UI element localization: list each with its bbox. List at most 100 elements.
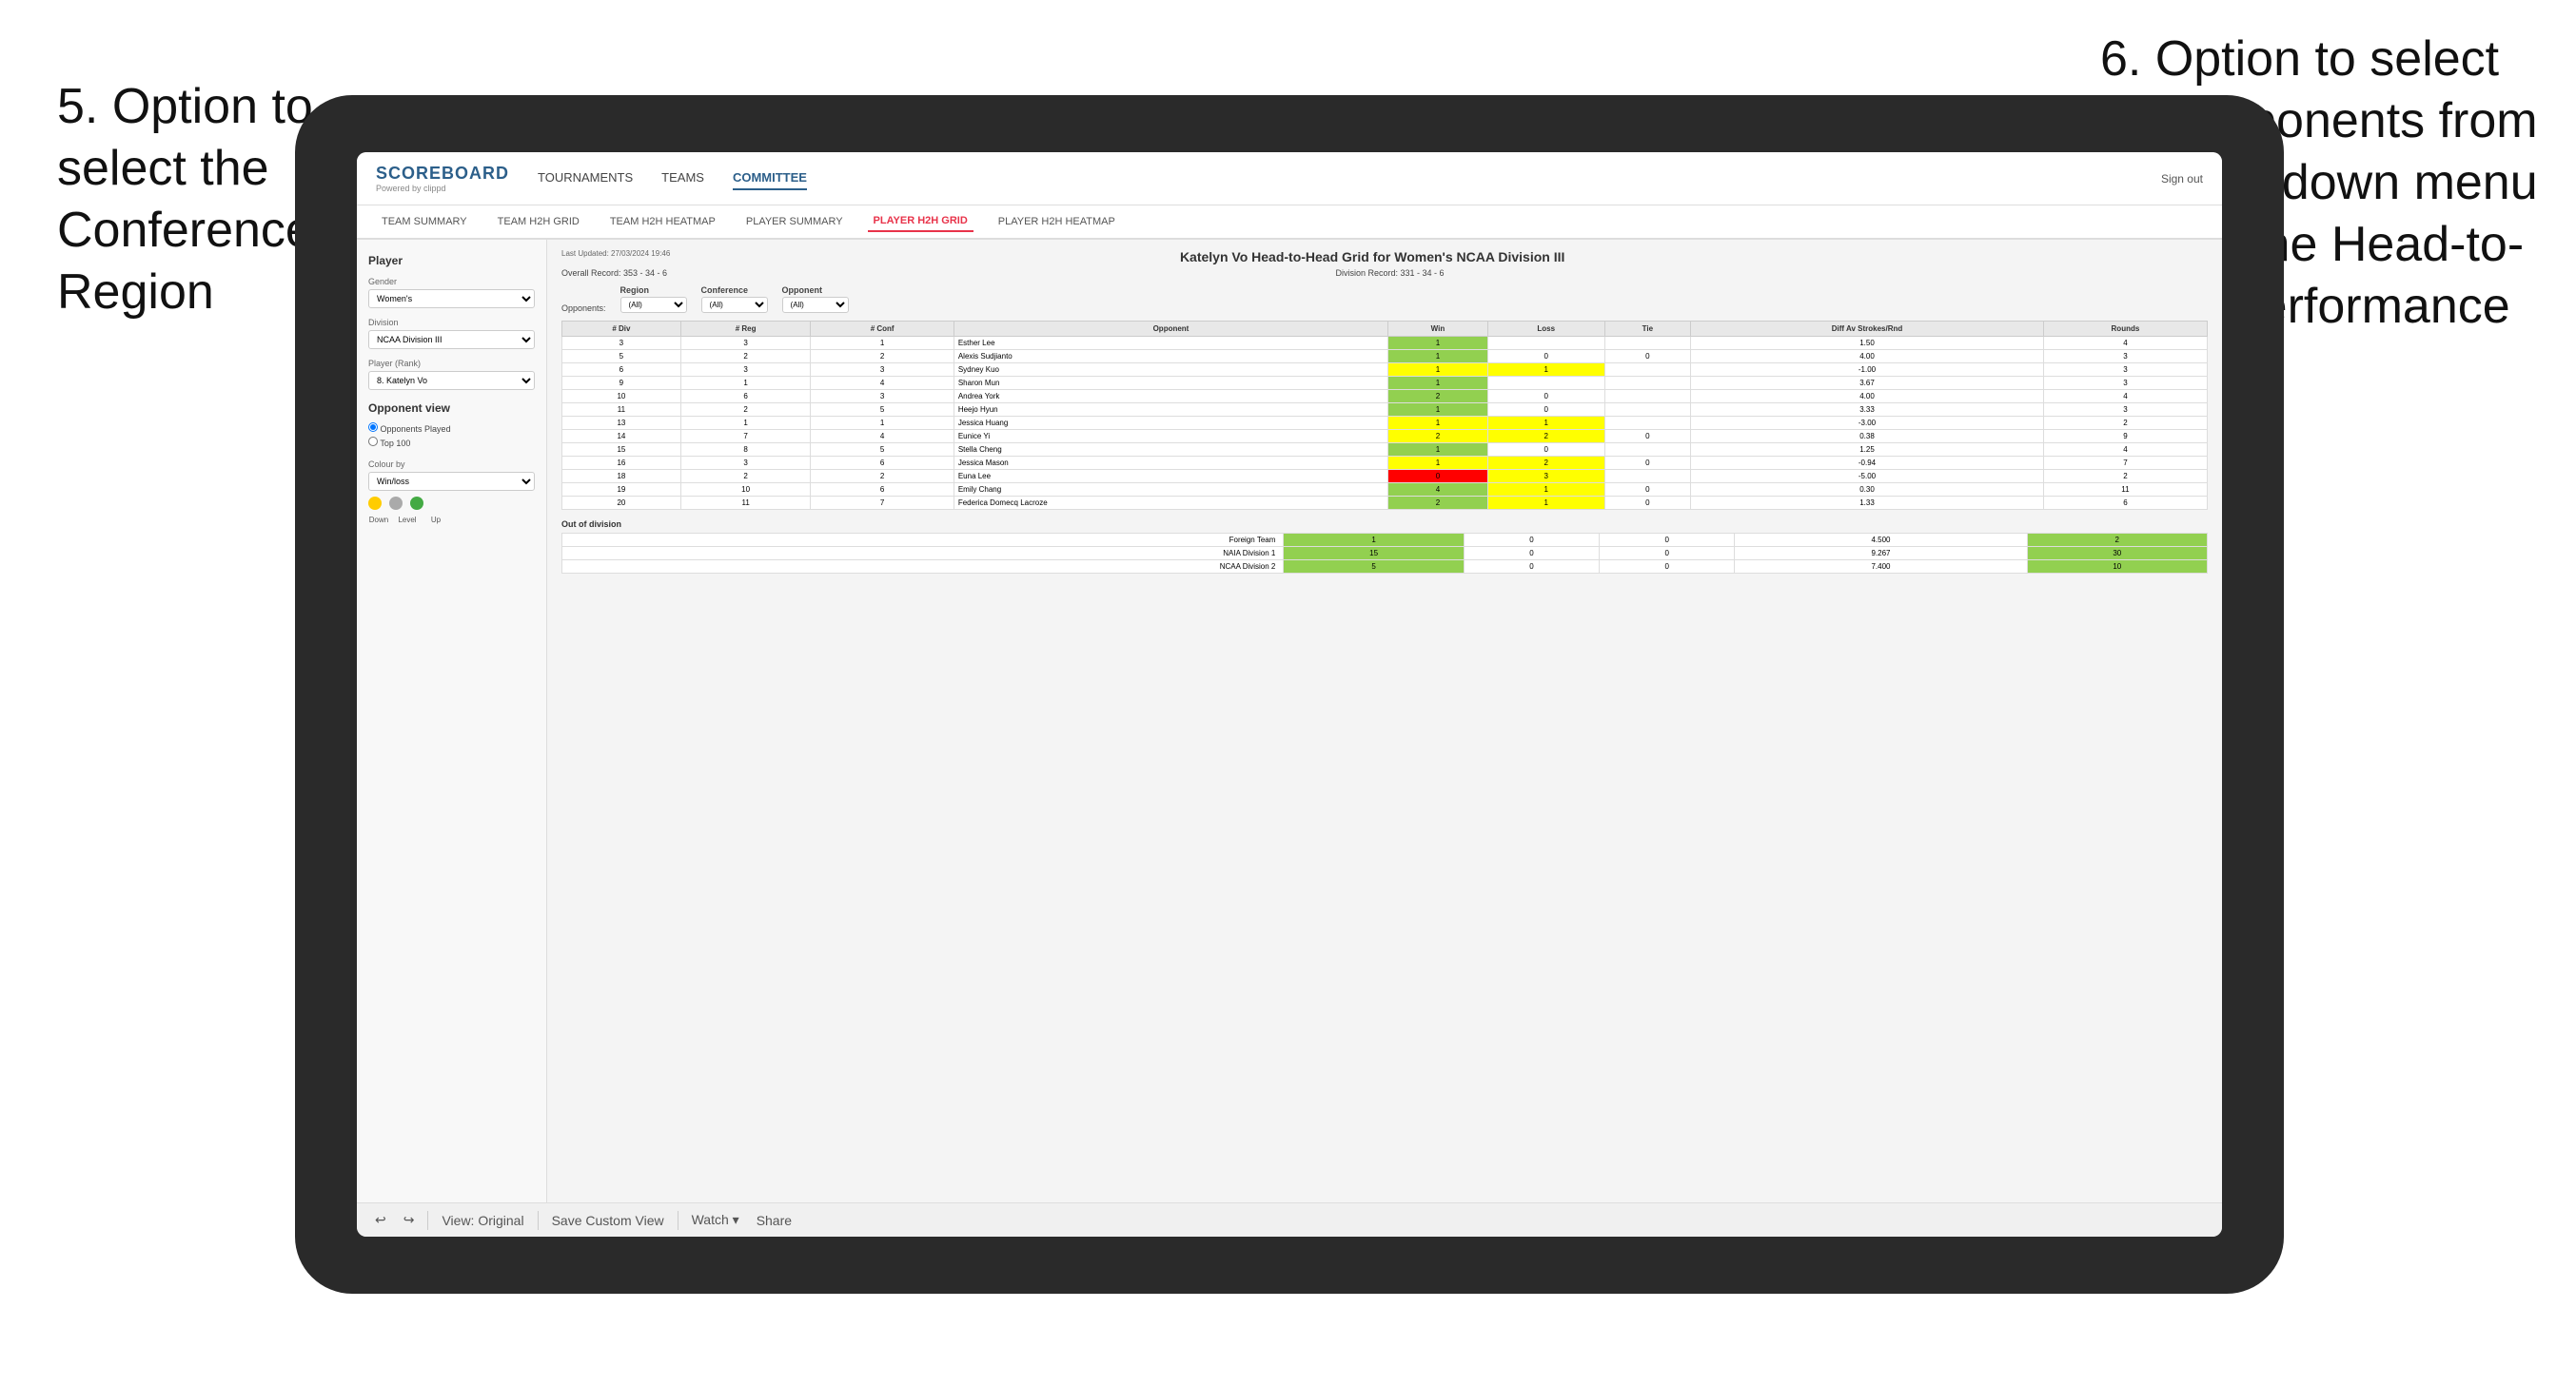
cell-conf: 1 bbox=[811, 337, 954, 350]
cell-opponent: Jessica Mason bbox=[954, 457, 1387, 470]
level-label: Level bbox=[397, 516, 418, 524]
sidebar-division-select[interactable]: NCAA Division III bbox=[368, 330, 535, 349]
cell-tie: 0 bbox=[1604, 430, 1691, 443]
toolbar-redo[interactable]: ↪ bbox=[400, 1210, 419, 1230]
ood-table-row: NAIA Division 1 15 0 0 9.267 30 bbox=[562, 547, 2208, 560]
cell-div: 5 bbox=[562, 350, 681, 363]
cell-diff: 3.67 bbox=[1691, 377, 2044, 390]
cell-rounds: 2 bbox=[2043, 470, 2207, 483]
cell-diff: -5.00 bbox=[1691, 470, 2044, 483]
subnav-team-h2h-heatmap[interactable]: TEAM H2H HEATMAP bbox=[604, 212, 721, 231]
toolbar-view-original[interactable]: View: Original bbox=[438, 1211, 527, 1230]
cell-diff: 1.25 bbox=[1691, 443, 2044, 457]
cell-rounds: 9 bbox=[2043, 430, 2207, 443]
cell-tie: 0 bbox=[1604, 350, 1691, 363]
region-filter-group: Region (All) bbox=[620, 285, 687, 313]
table-row: 10 6 3 Andrea York 2 0 4.00 4 bbox=[562, 390, 2208, 403]
ood-cell-loss: 0 bbox=[1464, 547, 1599, 560]
subnav-player-h2h-grid[interactable]: PLAYER H2H GRID bbox=[868, 211, 973, 232]
ood-cell-name: NAIA Division 1 bbox=[562, 547, 1284, 560]
cell-loss: 1 bbox=[1487, 363, 1604, 377]
cell-opponent: Andrea York bbox=[954, 390, 1387, 403]
cell-win: 1 bbox=[1388, 443, 1488, 457]
cell-rounds: 3 bbox=[2043, 377, 2207, 390]
cell-div: 20 bbox=[562, 497, 681, 510]
col-rounds: Rounds bbox=[2043, 322, 2207, 337]
col-diff: Diff Av Strokes/Rnd bbox=[1691, 322, 2044, 337]
conference-filter-select[interactable]: (All) bbox=[701, 297, 768, 313]
ood-cell-name: NCAA Division 2 bbox=[562, 560, 1284, 574]
cell-win: 4 bbox=[1388, 483, 1488, 497]
sidebar-gender-select[interactable]: Women's bbox=[368, 289, 535, 308]
cell-reg: 1 bbox=[680, 377, 811, 390]
toolbar-save-custom-view[interactable]: Save Custom View bbox=[548, 1211, 668, 1230]
opponent-filter-select[interactable]: (All) bbox=[782, 297, 849, 313]
cell-div: 16 bbox=[562, 457, 681, 470]
cell-conf: 2 bbox=[811, 350, 954, 363]
sidebar-top100-radio[interactable]: Top 100 bbox=[368, 437, 535, 448]
subnav-team-summary[interactable]: TEAM SUMMARY bbox=[376, 212, 473, 231]
subnav-player-h2h-heatmap[interactable]: PLAYER H2H HEATMAP bbox=[993, 212, 1121, 231]
cell-conf: 6 bbox=[811, 483, 954, 497]
sidebar-player-rank-select[interactable]: 8. Katelyn Vo bbox=[368, 371, 535, 390]
opponent-filter-label: Opponent bbox=[782, 285, 849, 295]
cell-win: 1 bbox=[1388, 377, 1488, 390]
ood-cell-win: 15 bbox=[1284, 547, 1464, 560]
toolbar-share[interactable]: Share bbox=[753, 1211, 796, 1230]
record-row: Overall Record: 353 - 34 - 6 Division Re… bbox=[561, 268, 2208, 278]
cell-diff: 4.00 bbox=[1691, 390, 2044, 403]
cell-reg: 11 bbox=[680, 497, 811, 510]
cell-div: 19 bbox=[562, 483, 681, 497]
table-row: 14 7 4 Eunice Yi 2 2 0 0.38 9 bbox=[562, 430, 2208, 443]
cell-reg: 2 bbox=[680, 403, 811, 417]
cell-opponent: Esther Lee bbox=[954, 337, 1387, 350]
cell-div: 3 bbox=[562, 337, 681, 350]
sidebar-colour-by-select[interactable]: Win/loss bbox=[368, 472, 535, 491]
app-header: SCOREBOARD Powered by clippd TOURNAMENTS… bbox=[357, 152, 2222, 205]
sign-out-link[interactable]: Sign out bbox=[2161, 172, 2203, 185]
col-opponent: Opponent bbox=[954, 322, 1387, 337]
cell-conf: 5 bbox=[811, 443, 954, 457]
ood-table-row: NCAA Division 2 5 0 0 7.400 10 bbox=[562, 560, 2208, 574]
cell-loss bbox=[1487, 337, 1604, 350]
cell-opponent: Jessica Huang bbox=[954, 417, 1387, 430]
conference-filter-label: Conference bbox=[701, 285, 768, 295]
nav-teams[interactable]: TEAMS bbox=[661, 166, 704, 190]
ood-cell-loss: 0 bbox=[1464, 534, 1599, 547]
sidebar-radio-group: Opponents Played Top 100 bbox=[368, 422, 535, 448]
cell-tie bbox=[1604, 363, 1691, 377]
ood-cell-loss: 0 bbox=[1464, 560, 1599, 574]
cell-tie bbox=[1604, 443, 1691, 457]
toolbar-watch[interactable]: Watch ▾ bbox=[688, 1210, 743, 1230]
ood-cell-diff: 4.500 bbox=[1735, 534, 2027, 547]
out-of-division-label: Out of division bbox=[561, 519, 2208, 529]
table-row: 15 8 5 Stella Cheng 1 0 1.25 4 bbox=[562, 443, 2208, 457]
table-row: 9 1 4 Sharon Mun 1 3.67 3 bbox=[562, 377, 2208, 390]
cell-rounds: 4 bbox=[2043, 443, 2207, 457]
cell-opponent: Federica Domecq Lacroze bbox=[954, 497, 1387, 510]
table-row: 13 1 1 Jessica Huang 1 1 -3.00 2 bbox=[562, 417, 2208, 430]
nav-tournaments[interactable]: TOURNAMENTS bbox=[538, 166, 633, 190]
table-row: 5 2 2 Alexis Sudjianto 1 0 0 4.00 3 bbox=[562, 350, 2208, 363]
cell-conf: 4 bbox=[811, 377, 954, 390]
main-content: Player Gender Women's Division NCAA Divi… bbox=[357, 240, 2222, 1202]
nav-committee[interactable]: COMMITTEE bbox=[733, 166, 807, 190]
logo-text: SCOREBOARD bbox=[376, 164, 509, 184]
opponent-filter-group: Opponent (All) bbox=[782, 285, 849, 313]
sidebar-opponents-played-radio[interactable]: Opponents Played bbox=[368, 422, 535, 434]
region-filter-select[interactable]: (All) bbox=[620, 297, 687, 313]
toolbar-undo[interactable]: ↩ bbox=[371, 1210, 390, 1230]
cell-rounds: 3 bbox=[2043, 363, 2207, 377]
cell-conf: 7 bbox=[811, 497, 954, 510]
cell-diff: -3.00 bbox=[1691, 417, 2044, 430]
cell-win: 1 bbox=[1388, 403, 1488, 417]
subnav-team-h2h-grid[interactable]: TEAM H2H GRID bbox=[492, 212, 585, 231]
cell-loss: 2 bbox=[1487, 430, 1604, 443]
cell-win: 0 bbox=[1388, 470, 1488, 483]
cell-conf: 3 bbox=[811, 390, 954, 403]
overall-record: Overall Record: 353 - 34 - 6 bbox=[561, 268, 667, 278]
cell-diff: 4.00 bbox=[1691, 350, 2044, 363]
cell-win: 1 bbox=[1388, 350, 1488, 363]
subnav-player-summary[interactable]: PLAYER SUMMARY bbox=[740, 212, 849, 231]
cell-loss: 0 bbox=[1487, 390, 1604, 403]
